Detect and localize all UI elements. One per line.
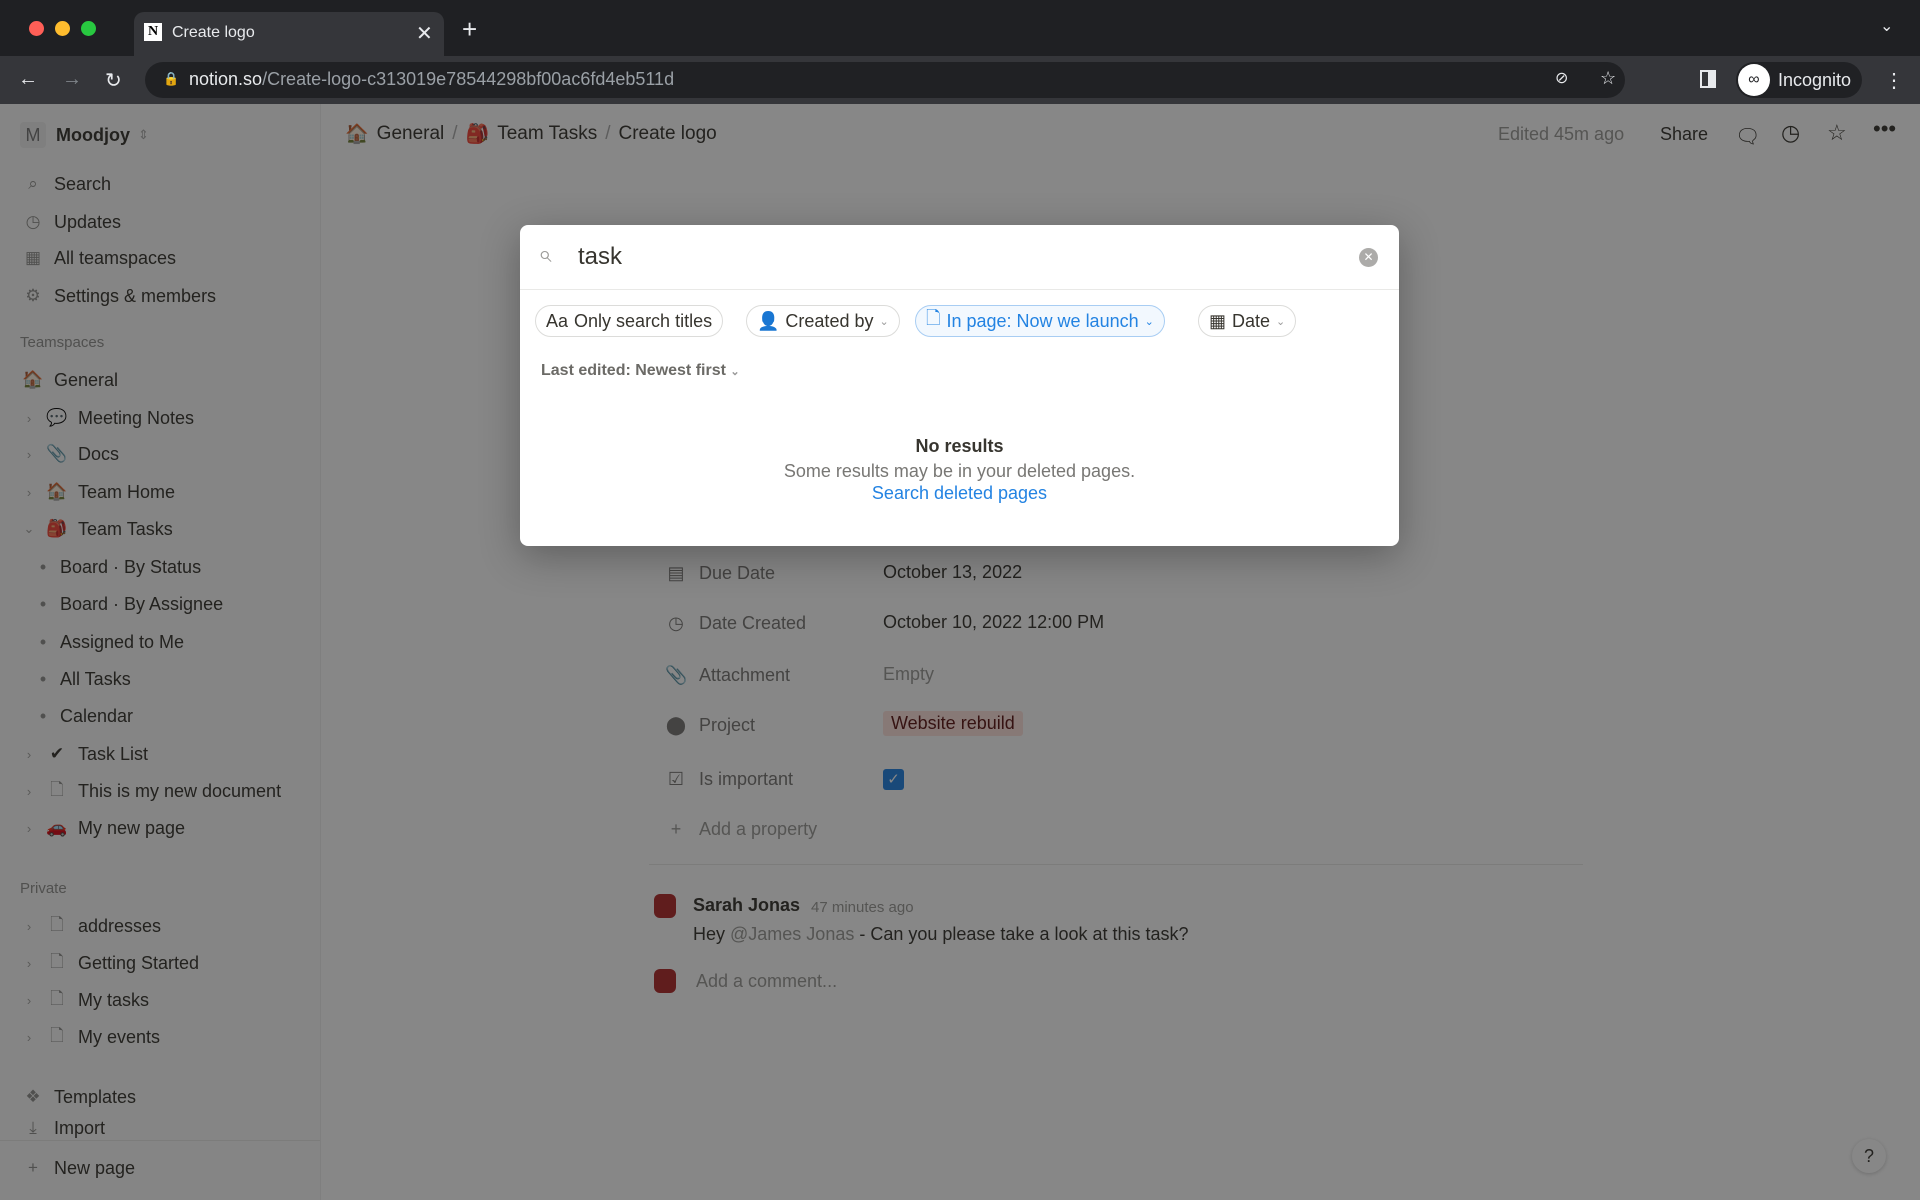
url-domain: notion.so bbox=[189, 69, 263, 89]
close-tab-icon[interactable]: ✕ bbox=[416, 21, 433, 46]
label: Date bbox=[1232, 310, 1271, 331]
tab-search-icon[interactable]: ⌄ bbox=[1880, 16, 1893, 36]
label: Created by bbox=[785, 310, 874, 331]
maximize-window-button[interactable] bbox=[81, 21, 96, 36]
url-input[interactable]: 🔒 notion.so/Create-logo-c313019e78544298… bbox=[145, 62, 1625, 98]
bookmark-star-icon[interactable]: ☆ bbox=[1600, 68, 1616, 89]
search-deleted-pages-link[interactable]: Search deleted pages bbox=[872, 483, 1047, 503]
sort-dropdown[interactable]: Last edited: Newest first ⌄ bbox=[541, 362, 740, 380]
browser-tab-bar: N Create logo ✕ + ⌄ bbox=[0, 0, 1920, 56]
incognito-profile-button[interactable]: ∞ Incognito bbox=[1736, 62, 1862, 98]
back-icon[interactable]: ← bbox=[18, 68, 38, 91]
label: Only search titles bbox=[574, 310, 713, 331]
lock-icon: 🔒 bbox=[163, 71, 180, 86]
chevron-down-icon: ⌄ bbox=[1276, 315, 1286, 328]
only-search-titles-filter[interactable]: Aa Only search titles bbox=[535, 305, 724, 337]
reload-icon[interactable]: ↻ bbox=[105, 68, 122, 93]
chevron-down-icon: ⌄ bbox=[730, 366, 740, 378]
search-bar: ⌕ task ✕ bbox=[520, 225, 1399, 290]
label: Last edited: Newest first bbox=[541, 362, 726, 379]
browser-tab[interactable]: N Create logo ✕ bbox=[134, 12, 444, 56]
page-icon: 🗋 bbox=[926, 308, 941, 328]
close-window-button[interactable] bbox=[29, 21, 44, 36]
person-icon: 👤 bbox=[757, 310, 780, 331]
label: In page: Now we launch bbox=[946, 310, 1139, 331]
url-path: /Create-logo-c313019e78544298bf00ac6fd4e… bbox=[262, 69, 675, 89]
text-icon: Aa bbox=[546, 310, 569, 331]
clear-search-icon[interactable]: ✕ bbox=[1359, 248, 1378, 267]
search-modal: ⌕ task ✕ Aa Only search titles 👤 Created b… bbox=[520, 225, 1399, 546]
address-bar-row: ← → ↻ 🔒 notion.so/Create-logo-c313019e78… bbox=[0, 56, 1920, 104]
in-page-filter[interactable]: 🗋 In page: Now we launch ⌄ bbox=[915, 305, 1165, 337]
no-results-hint: Some results may be in your deleted page… bbox=[783, 461, 1136, 481]
search-icon: ⌕ bbox=[538, 241, 552, 268]
no-results-title: No results bbox=[915, 436, 1004, 456]
incognito-icon: ∞ bbox=[1738, 64, 1770, 96]
calendar-icon: ▦ bbox=[1209, 310, 1227, 331]
chevron-down-icon: ⌄ bbox=[1144, 315, 1154, 328]
tab-title: Create logo bbox=[172, 24, 255, 41]
new-tab-button[interactable]: + bbox=[462, 14, 477, 45]
profile-label: Incognito bbox=[1778, 70, 1852, 90]
side-panel-icon[interactable] bbox=[1700, 70, 1716, 88]
created-by-filter[interactable]: 👤 Created by ⌄ bbox=[746, 305, 900, 337]
search-input[interactable]: task bbox=[578, 243, 622, 271]
chevron-down-icon: ⌄ bbox=[879, 315, 889, 328]
eye-off-icon[interactable]: ⊘ bbox=[1555, 68, 1568, 88]
browser-menu-icon[interactable]: ⋮ bbox=[1884, 68, 1904, 93]
notion-logo-icon: N bbox=[144, 23, 162, 41]
minimize-window-button[interactable] bbox=[55, 21, 70, 36]
date-filter[interactable]: ▦ Date ⌄ bbox=[1198, 305, 1297, 337]
forward-icon[interactable]: → bbox=[62, 68, 82, 91]
